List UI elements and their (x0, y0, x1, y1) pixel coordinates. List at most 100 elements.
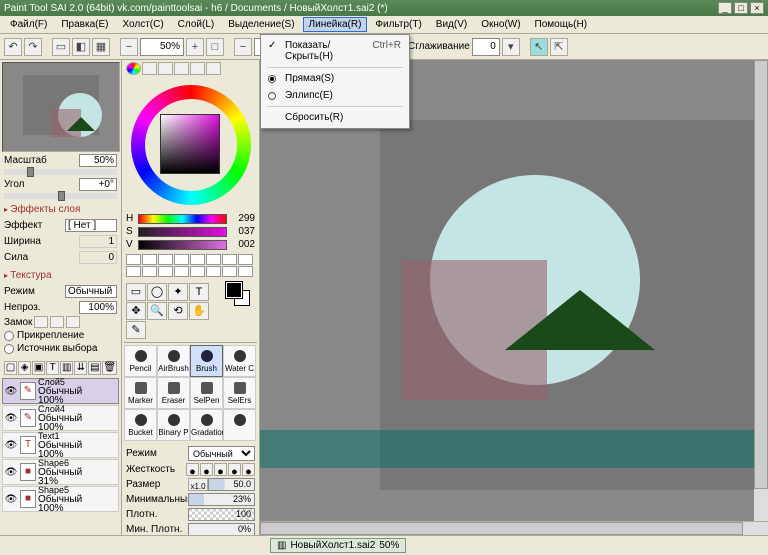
lasso-tool[interactable]: ◯ (147, 283, 167, 301)
brush-eraser[interactable]: Eraser (157, 377, 190, 409)
select-rect-tool[interactable]: ▭ (126, 283, 146, 301)
rgb-slider-icon[interactable] (142, 62, 157, 75)
document-tab[interactable]: ▥ НовыйХолст1.sai2 50% (270, 538, 406, 553)
rotate-tool[interactable]: ⟲ (168, 302, 188, 320)
brush-brush[interactable]: Brush (190, 345, 223, 377)
brush-selers[interactable]: SelErs (223, 377, 256, 409)
tool-misc-a[interactable]: ↖ (530, 38, 548, 56)
wand-tool[interactable]: ✦ (168, 283, 188, 301)
brush-mode-select[interactable]: Обычный (188, 446, 255, 461)
menu-view[interactable]: Вид(V) (430, 17, 473, 32)
edge-shape-5[interactable]: ● (242, 463, 255, 476)
tool-misc-b[interactable]: ⇱ (550, 38, 568, 56)
swatch[interactable] (190, 266, 205, 277)
zoom-out-button[interactable]: − (120, 38, 138, 56)
layer-item[interactable]: 👁 ✎ Слой4Обычный100% (2, 405, 119, 431)
menu-edit[interactable]: Правка(E) (55, 17, 114, 32)
sat-slider[interactable] (138, 227, 227, 237)
layer-item[interactable]: 👁 T Text1Обычный100% (2, 432, 119, 458)
zoom-tool[interactable]: 🔍 (147, 302, 167, 320)
swatch[interactable] (142, 266, 157, 277)
eyedropper-tool[interactable]: ✎ (126, 321, 146, 339)
smoothing-field[interactable]: 0 (472, 38, 500, 56)
scale-value[interactable]: 50% (79, 154, 117, 167)
close-button[interactable]: × (750, 2, 764, 14)
swatch[interactable] (126, 266, 141, 277)
color-wheel[interactable] (126, 80, 256, 210)
brush-binaryp[interactable]: Binary P (157, 409, 190, 441)
navigator[interactable] (2, 62, 120, 152)
menu-file[interactable]: Файл(F) (4, 17, 53, 32)
layerfx-header[interactable]: Эффекты слоя (2, 202, 119, 217)
color-wheel-icon[interactable] (126, 62, 141, 75)
swatch[interactable] (142, 254, 157, 265)
zoom-field[interactable]: 50% (140, 38, 184, 56)
size-mult-button[interactable]: x1.0 (188, 478, 208, 491)
scratch-icon[interactable] (206, 62, 221, 75)
merge-button[interactable]: ⇊ (74, 361, 87, 375)
brush-[interactable] (223, 409, 256, 441)
effect-select[interactable]: [ Нет ] (65, 219, 117, 232)
swatch[interactable] (158, 254, 173, 265)
menu-straight[interactable]: Прямая(S) (263, 70, 407, 87)
mindensity-slider[interactable]: 0% (188, 523, 255, 535)
source-radio[interactable] (4, 344, 14, 354)
text-tool[interactable]: T (189, 283, 209, 301)
swatch[interactable] (238, 254, 253, 265)
menu-ruler[interactable]: Линейка(R) (303, 17, 368, 32)
visibility-icon[interactable]: 👁 (4, 386, 18, 397)
visibility-icon[interactable]: 👁 (4, 413, 18, 424)
lock-pixel-button[interactable] (50, 316, 64, 328)
size-slider[interactable]: 50.0 (208, 478, 255, 491)
brush-airbrush[interactable]: AirBrush (157, 345, 190, 377)
rotate-ccw-button[interactable]: − (234, 38, 252, 56)
menu-selection[interactable]: Выделение(S) (222, 17, 300, 32)
clear-button[interactable]: ▤ (88, 361, 101, 375)
brush-selpen[interactable]: SelPen (190, 377, 223, 409)
delete-layer-button[interactable]: 🗑 (102, 361, 117, 375)
menu-help[interactable]: Помощь(H) (529, 17, 594, 32)
texture-header[interactable]: Текстура (2, 268, 119, 283)
brush-bucket[interactable]: Bucket (124, 409, 157, 441)
brush-pencil[interactable]: Pencil (124, 345, 157, 377)
new-folder-button[interactable]: ▣ (32, 361, 45, 375)
maximize-button[interactable]: □ (734, 2, 748, 14)
density-slider[interactable]: 100 (188, 508, 255, 521)
menu-filter[interactable]: Фильтр(T) (369, 17, 427, 32)
new-layer-button[interactable]: ▢ (4, 361, 17, 375)
brush-waterc[interactable]: Water C (223, 345, 256, 377)
swatch[interactable] (222, 254, 237, 265)
fg-bg-colors[interactable] (226, 282, 252, 308)
scrollbar-vertical[interactable] (754, 60, 768, 521)
transfer-button[interactable]: ▥ (60, 361, 73, 375)
zoom-in-button[interactable]: + (186, 38, 204, 56)
val-slider[interactable] (138, 240, 227, 250)
swatch[interactable] (126, 254, 141, 265)
move-tool[interactable]: ✥ (126, 302, 146, 320)
swatch[interactable] (206, 266, 221, 277)
blend-mode-select[interactable]: Обычный (65, 285, 117, 298)
edge-shape-3[interactable]: ● (214, 463, 227, 476)
menu-layer[interactable]: Слой(L) (172, 17, 221, 32)
scrollbar-horizontal[interactable] (260, 521, 768, 535)
opacity-value[interactable]: 100% (79, 301, 117, 314)
smoothing-menu-button[interactable]: ▾ (502, 38, 520, 56)
edge-shape-4[interactable]: ● (228, 463, 241, 476)
menu-canvas[interactable]: Холст(C) (116, 17, 169, 32)
menu-reset[interactable]: Сбросить(R) (263, 109, 407, 126)
angle-value[interactable]: +0° (79, 178, 117, 191)
layer-item[interactable]: 👁 ✎ Слой5Обычный100% (2, 378, 119, 404)
new-text-button[interactable]: T (46, 361, 59, 375)
swatch[interactable] (190, 254, 205, 265)
zoom-fit-button[interactable]: □ (206, 38, 224, 56)
new-vector-button[interactable]: ◈ (18, 361, 31, 375)
swatch-icon[interactable] (190, 62, 205, 75)
swatch[interactable] (174, 254, 189, 265)
visibility-icon[interactable]: 👁 (4, 467, 18, 478)
menu-show-hide[interactable]: ✓ Показать/Скрыть(H) Ctrl+R (263, 37, 407, 65)
gray-icon[interactable] (174, 62, 189, 75)
hue-slider[interactable] (138, 214, 227, 224)
minsize-slider[interactable]: 23% (188, 493, 255, 506)
lock-alpha-button[interactable] (34, 316, 48, 328)
edge-shape-1[interactable]: ● (186, 463, 199, 476)
